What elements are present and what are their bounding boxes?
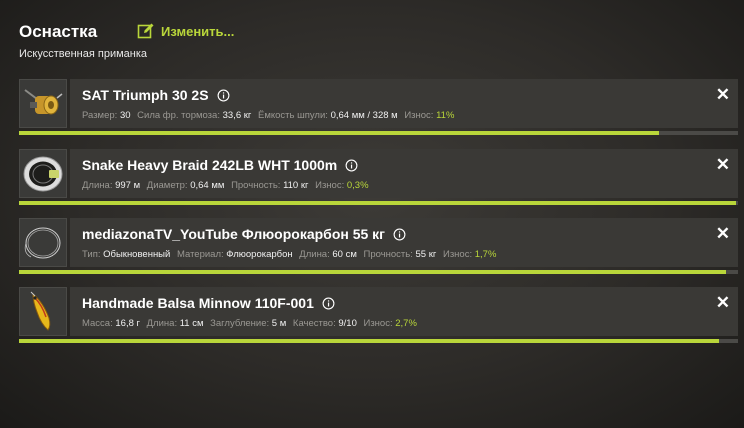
stat-key: Прочность: — [231, 180, 281, 191]
condition-bar-fill — [19, 131, 659, 135]
item-panel: mediazonaTV_YouTube Флюорокарбон 55 кг Т… — [70, 218, 738, 267]
item-name: Snake Heavy Braid 242LB WHT 1000m — [82, 157, 338, 173]
stat-key: Качество: — [292, 318, 336, 329]
item-thumbnail[interactable] — [19, 149, 67, 198]
item-name: SAT Triumph 30 2S — [82, 87, 209, 103]
wear-value: 0,3% — [346, 180, 369, 191]
condition-bar-fill — [19, 270, 726, 274]
stat-key: Прочность: — [363, 249, 413, 260]
stat-key: Износ: — [315, 180, 345, 191]
reel-icon — [24, 88, 63, 114]
stat-key: Длина: — [146, 318, 178, 329]
stat-key: Сила фр. тормоза: — [137, 110, 220, 121]
stat-key: Длина: — [82, 180, 113, 191]
stat-value: 0,64 мм — [190, 180, 225, 191]
edit-button[interactable]: Изменить... — [137, 22, 234, 40]
edit-button-label: Изменить... — [161, 23, 235, 39]
condition-bar — [19, 339, 738, 343]
tackle-header: Оснастка Изменить... Искусственная прима… — [19, 20, 724, 66]
stat-value: 30 — [119, 110, 131, 121]
stat-value: 997 м — [115, 180, 141, 191]
stat-key: Материал: — [176, 249, 224, 260]
wear-value: 11% — [436, 110, 455, 121]
stat-key: Износ: — [404, 110, 434, 121]
condition-bar — [19, 201, 738, 205]
tackle-item-line: Snake Heavy Braid 242LB WHT 1000m Длина:… — [19, 149, 738, 206]
tackle-item-reel: SAT Triumph 30 2S Размер: 30 Сила фр. то… — [19, 79, 738, 136]
item-name: Handmade Balsa Minnow 110F-001 — [82, 295, 314, 311]
stat-key: Длина: — [299, 249, 330, 260]
stat-value: 0,64 мм / 328 м — [330, 110, 398, 121]
stat-key: Масса: — [82, 318, 113, 329]
stat-value: Флюорокарбон — [226, 249, 293, 260]
item-name-row: mediazonaTV_YouTube Флюорокарбон 55 кг — [82, 226, 406, 242]
item-stats: Тип: Обыкновенный Материал: Флюорокарбон… — [82, 249, 496, 260]
item-stats: Длина: 997 м Диаметр: 0,64 мм Прочность:… — [82, 180, 369, 191]
item-stats: Размер: 30 Сила фр. тормоза: 33,6 кг Ёмк… — [82, 110, 454, 121]
wear-value: 1,7% — [474, 249, 497, 260]
remove-item-button[interactable]: ✕ — [716, 294, 730, 311]
stat-key: Ёмкость шпули: — [258, 110, 328, 121]
stat-value: 16,8 г — [115, 318, 140, 329]
stat-key: Износ: — [363, 318, 393, 329]
item-panel: Handmade Balsa Minnow 110F-001 Масса: 16… — [70, 287, 738, 336]
stat-key: Заглубление: — [210, 318, 270, 329]
condition-bar — [19, 270, 738, 274]
stat-value: 11 см — [179, 318, 204, 329]
item-thumbnail[interactable] — [19, 218, 67, 267]
item-stats: Масса: 16,8 г Длина: 11 см Заглубление: … — [82, 318, 417, 329]
info-icon[interactable] — [393, 228, 406, 241]
stat-value: 110 кг — [283, 180, 309, 191]
item-panel: Snake Heavy Braid 242LB WHT 1000m Длина:… — [70, 149, 738, 198]
minnow-lure-icon — [30, 291, 51, 331]
stat-value: 5 м — [271, 318, 287, 329]
stat-value: 60 см — [332, 249, 357, 260]
info-icon[interactable] — [217, 89, 230, 102]
condition-bar-fill — [19, 339, 719, 343]
tackle-item-lure: Handmade Balsa Minnow 110F-001 Масса: 16… — [19, 287, 738, 344]
item-name-row: Snake Heavy Braid 242LB WHT 1000m — [82, 157, 358, 173]
item-name: mediazonaTV_YouTube Флюорокарбон 55 кг — [82, 226, 386, 242]
leader-icon — [24, 227, 61, 258]
item-thumbnail[interactable] — [19, 79, 67, 128]
item-thumbnail[interactable] — [19, 287, 67, 336]
remove-item-button[interactable]: ✕ — [716, 225, 730, 242]
info-icon[interactable] — [345, 159, 358, 172]
item-name-row: Handmade Balsa Minnow 110F-001 — [82, 295, 335, 311]
wear-value: 2,7% — [395, 318, 417, 329]
remove-item-button[interactable]: ✕ — [716, 156, 730, 173]
tackle-subtitle: Искусственная приманка — [19, 48, 148, 60]
stat-key: Размер: — [82, 110, 118, 121]
info-icon[interactable] — [322, 297, 335, 310]
page-title: Оснастка — [19, 22, 98, 41]
stat-value: 55 кг — [415, 249, 437, 260]
condition-bar — [19, 131, 738, 135]
stat-value: 33,6 кг — [222, 110, 252, 121]
line-spool-icon — [23, 156, 63, 191]
stat-value: Обыкновенный — [103, 249, 171, 260]
stat-key: Диаметр: — [146, 180, 188, 191]
remove-item-button[interactable]: ✕ — [716, 86, 730, 103]
stat-key: Тип: — [82, 249, 101, 260]
item-panel: SAT Triumph 30 2S Размер: 30 Сила фр. то… — [70, 79, 738, 128]
item-name-row: SAT Triumph 30 2S — [82, 87, 230, 103]
condition-bar-fill — [19, 201, 736, 205]
edit-icon — [137, 23, 154, 39]
stat-key: Износ: — [442, 249, 473, 260]
stat-value: 9/10 — [338, 318, 357, 329]
tackle-item-leader: mediazonaTV_YouTube Флюорокарбон 55 кг Т… — [19, 218, 738, 275]
